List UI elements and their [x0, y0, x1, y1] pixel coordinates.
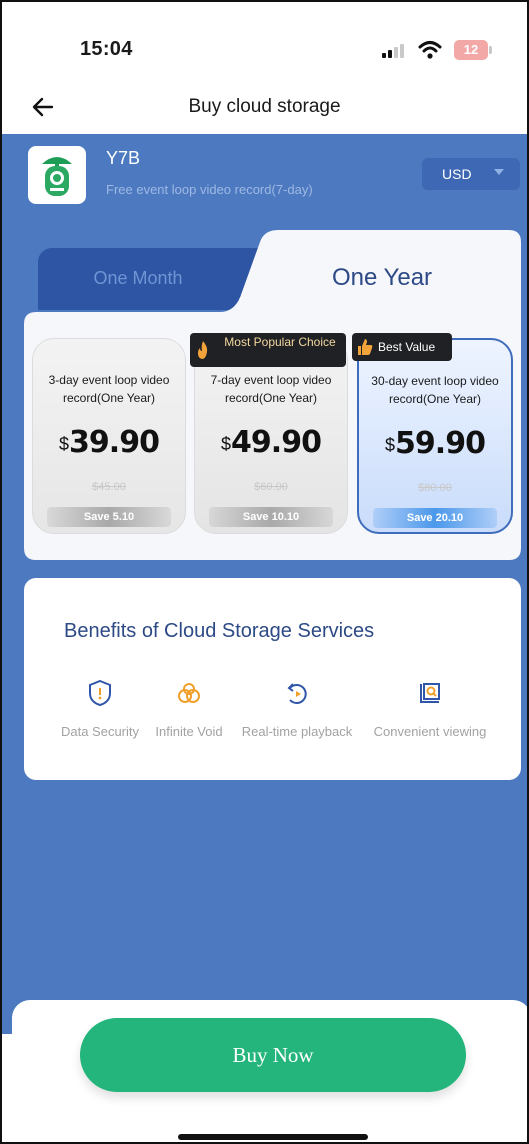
plan-card-30-day[interactable]: 30-day event loop video record(One Year)…: [357, 338, 513, 534]
benefit-label: Infinite Void: [155, 724, 223, 739]
phone-screen: 15:04 12 Buy cloud storage Y7B Free even…: [0, 0, 529, 1144]
home-indicator: [178, 1134, 368, 1140]
most-popular-badge: Most Popular Choice: [190, 333, 346, 367]
plan-original-price: $45.00: [92, 481, 126, 493]
benefit-label: Data Security: [60, 724, 140, 739]
thumbs-up-icon: [358, 339, 373, 355]
currency-select[interactable]: USD: [422, 158, 520, 190]
status-bar: 15:04 12: [2, 2, 527, 82]
plan-currency: $: [385, 435, 396, 455]
fire-icon: [198, 341, 208, 359]
chevron-down-icon: [494, 169, 504, 175]
best-value-badge: Best Value: [352, 333, 452, 361]
plan-original-price: $80.00: [418, 482, 452, 494]
plan-card-3-day[interactable]: 3-day event loop video record(One Year) …: [32, 338, 186, 534]
plan-currency: $: [59, 434, 70, 454]
plan-description: 7-day event loop video record(One Year): [210, 373, 332, 405]
plan-price: $39.90: [33, 425, 185, 460]
plan-description: 30-day event loop video record(One Year): [371, 374, 499, 406]
shield-icon: [89, 679, 111, 707]
nav-bar: Buy cloud storage: [2, 82, 527, 134]
plan-currency: $: [221, 434, 232, 454]
signal-icon: [382, 44, 404, 58]
benefit-label: Convenient viewing: [373, 724, 487, 739]
benefits-card: Benefits of Cloud Storage Services Data …: [24, 578, 521, 780]
plan-price: $59.90: [359, 426, 511, 461]
tab-one-year[interactable]: One Year: [292, 264, 472, 292]
device-camera-icon: [28, 146, 86, 204]
most-popular-label: Most Popular Choice: [224, 335, 336, 349]
device-subtitle: Free event loop video record(7-day): [106, 182, 313, 197]
plan-save-badge: Save 20.10: [373, 508, 497, 528]
plan-save-badge: Save 10.10: [209, 507, 333, 527]
buy-now-button[interactable]: Buy Now: [80, 1018, 466, 1092]
benefit-infinite-void: Infinite Void: [148, 678, 230, 748]
status-time: 15:04: [80, 38, 133, 60]
benefit-realtime-playback: Real-time playback: [236, 678, 358, 748]
plan-save-badge: Save 5.10: [47, 507, 171, 527]
plan-description: 3-day event loop video record(One Year): [48, 373, 170, 405]
best-value-label: Best Value: [378, 340, 436, 354]
plan-price-value: 59.90: [395, 426, 486, 461]
benefits-title: Benefits of Cloud Storage Services: [64, 620, 375, 642]
currency-value: USD: [442, 166, 472, 182]
plan-price-value: 49.90: [231, 425, 322, 460]
benefit-label: Real-time playback: [241, 724, 353, 739]
plan-card-7-day[interactable]: 7-day event loop video record(One Year) …: [194, 338, 348, 534]
page-title: Buy cloud storage: [188, 96, 341, 117]
search-screen-icon: [420, 683, 440, 703]
infinity-icon: [178, 683, 200, 703]
plan-price-value: 39.90: [69, 425, 160, 460]
battery-icon: 12: [454, 40, 492, 60]
plan-original-price: $60.00: [254, 481, 288, 493]
plan-price: $49.90: [195, 425, 347, 460]
benefit-convenient-viewing: Convenient viewing: [368, 678, 492, 748]
benefit-data-security: Data Security: [52, 678, 148, 748]
device-name: Y7B: [106, 148, 141, 168]
replay-icon: [287, 683, 307, 704]
wifi-icon: [418, 41, 442, 59]
